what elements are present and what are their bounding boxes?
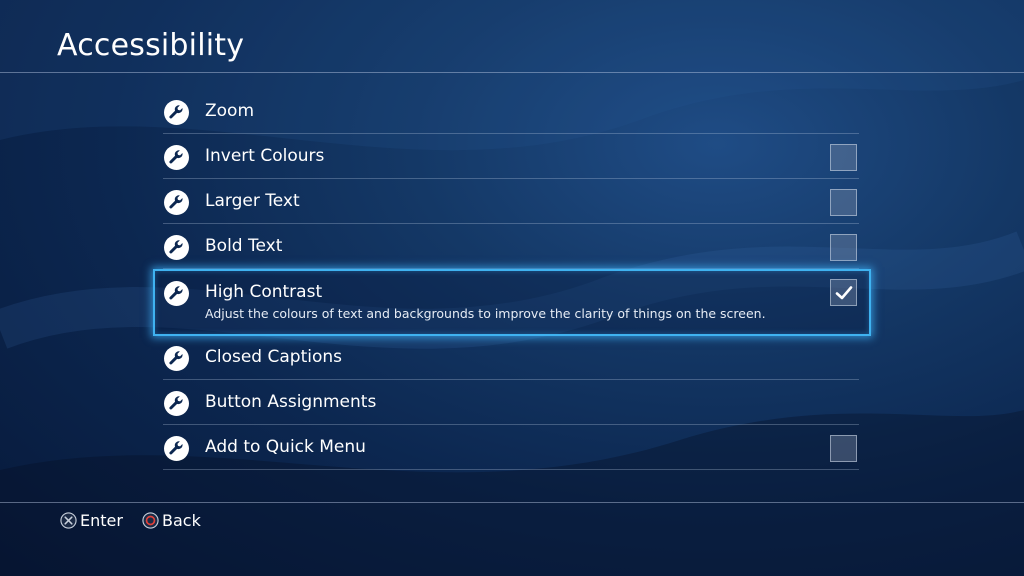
- menu-item-high-contrast[interactable]: High Contrast Adjust the colours of text…: [153, 269, 871, 336]
- wrench-icon: [164, 281, 189, 306]
- menu-item-label: Larger Text: [205, 191, 300, 211]
- add-to-quick-menu-checkbox[interactable]: [830, 435, 857, 462]
- menu-item-larger-text[interactable]: Larger Text: [163, 180, 859, 224]
- menu-item-button-assignments[interactable]: Button Assignments: [163, 381, 859, 425]
- menu-item-label: Bold Text: [205, 236, 283, 256]
- enter-hint[interactable]: Enter: [60, 510, 123, 530]
- menu-item-label: Add to Quick Menu: [205, 437, 366, 457]
- menu-item-label: High Contrast: [205, 282, 323, 302]
- circle-button-icon: [142, 511, 159, 529]
- wrench-icon: [164, 346, 189, 371]
- checkmark-icon: [835, 286, 853, 300]
- menu-item-label: Zoom: [205, 101, 255, 121]
- menu-item-label: Closed Captions: [205, 347, 343, 367]
- cross-button-icon: [60, 511, 77, 529]
- wrench-icon: [164, 235, 189, 260]
- menu-item-closed-captions[interactable]: Closed Captions: [163, 336, 859, 380]
- enter-label: Enter: [80, 510, 123, 530]
- header-divider: [0, 72, 1024, 73]
- wrench-icon: [164, 391, 189, 416]
- menu-item-add-to-quick-menu[interactable]: Add to Quick Menu: [163, 426, 859, 470]
- page-title: Accessibility: [57, 28, 245, 63]
- back-label: Back: [162, 510, 201, 530]
- wrench-icon: [164, 145, 189, 170]
- wrench-icon: [164, 190, 189, 215]
- bold-text-checkbox[interactable]: [830, 234, 857, 261]
- menu-item-label: Invert Colours: [205, 146, 325, 166]
- invert-colours-checkbox[interactable]: [830, 144, 857, 171]
- menu-item-description: Adjust the colours of text and backgroun…: [205, 306, 766, 321]
- wrench-icon: [164, 436, 189, 461]
- footer-divider: [0, 502, 1024, 503]
- menu-item-label: Button Assignments: [205, 392, 377, 412]
- menu-item-bold-text[interactable]: Bold Text: [163, 225, 859, 269]
- menu-item-zoom[interactable]: Zoom: [163, 90, 859, 134]
- menu-item-invert-colours[interactable]: Invert Colours: [163, 135, 859, 179]
- back-hint[interactable]: Back: [142, 510, 201, 530]
- wrench-icon: [164, 100, 189, 125]
- high-contrast-checkbox[interactable]: [830, 279, 857, 306]
- larger-text-checkbox[interactable]: [830, 189, 857, 216]
